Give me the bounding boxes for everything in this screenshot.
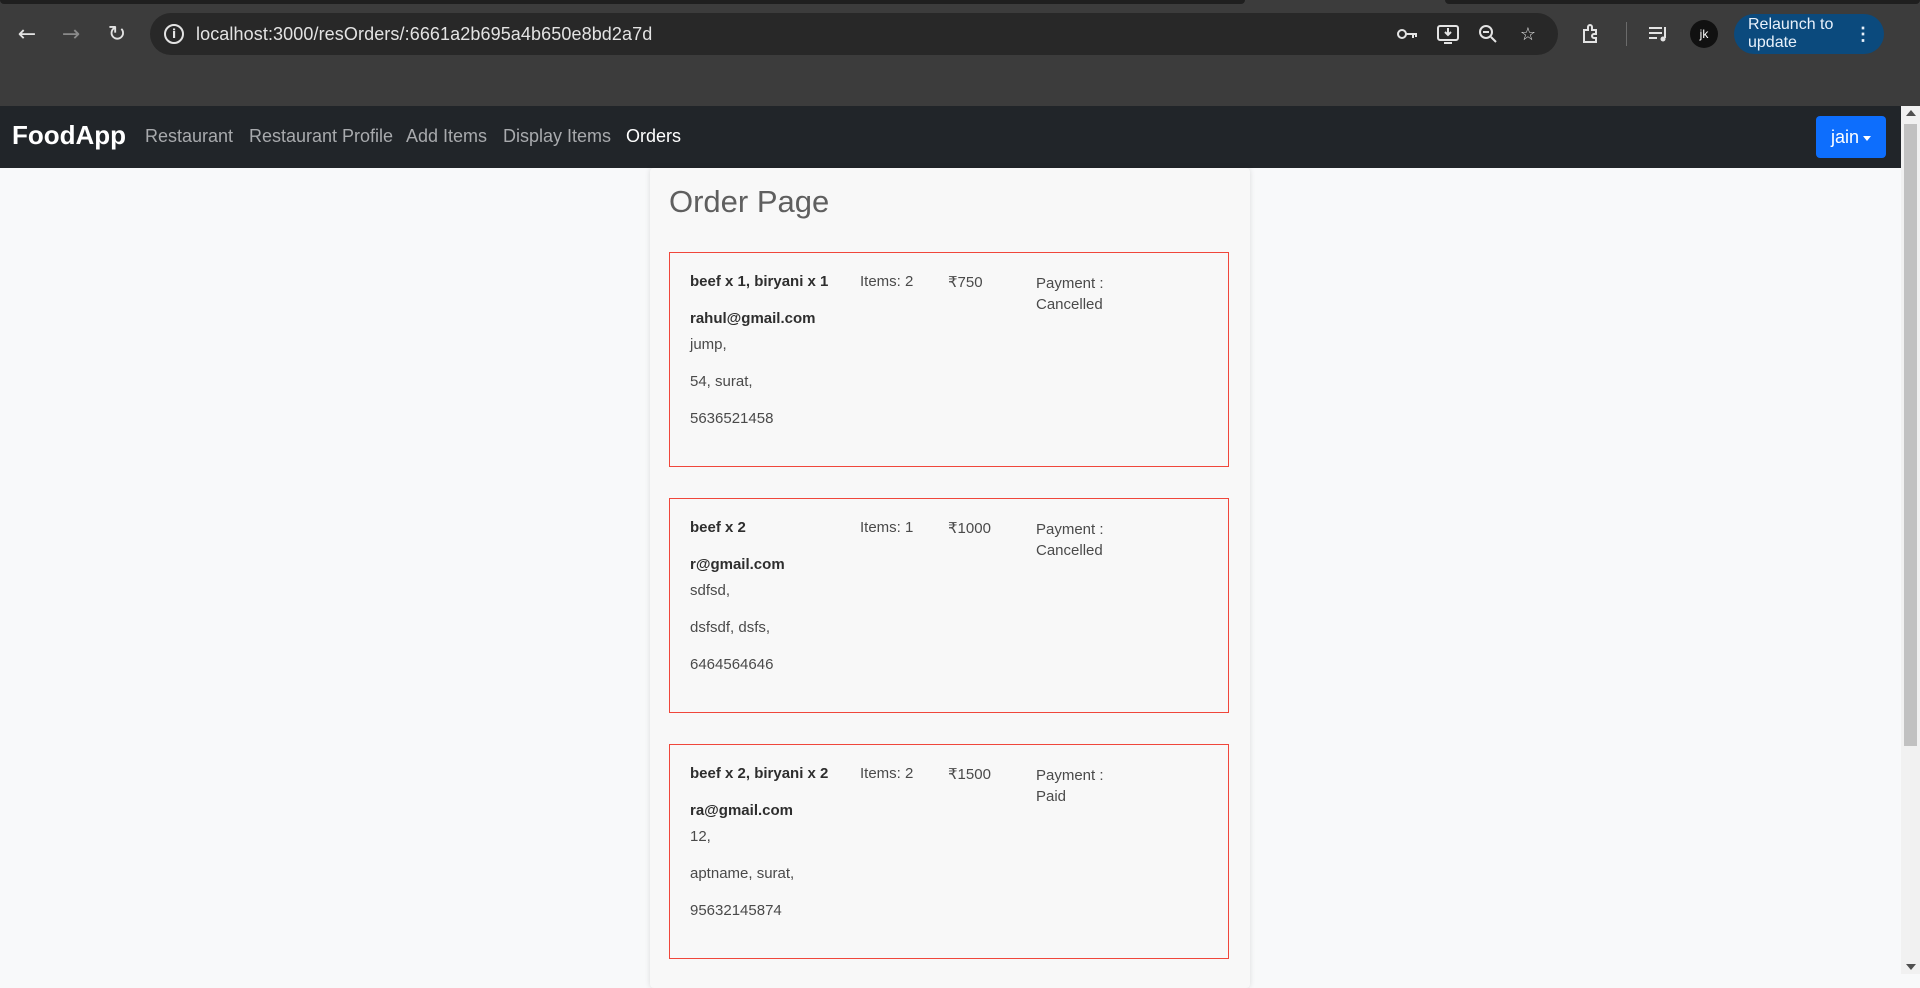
- install-app-icon[interactable]: [1436, 22, 1460, 46]
- zoom-icon[interactable]: [1476, 22, 1500, 46]
- payment-status: Cancelled: [1036, 296, 1103, 313]
- nav-restaurant[interactable]: Restaurant: [145, 126, 233, 147]
- order-payment: Payment : Cancelled: [1036, 273, 1104, 315]
- order-item-count: Items: 2: [860, 273, 914, 290]
- customer-phone: 6464564646: [690, 656, 774, 673]
- order-items: beef x 2, biryani x 2: [690, 765, 829, 782]
- customer-phone: 5636521458: [690, 410, 774, 427]
- address-line-2: 54, surat,: [690, 373, 753, 390]
- scroll-down-arrow-icon[interactable]: [1906, 964, 1916, 970]
- order-items: beef x 1, biryani x 1: [690, 273, 829, 290]
- profile-avatar[interactable]: jk: [1690, 20, 1718, 48]
- site-info-icon[interactable]: i: [164, 24, 184, 44]
- order-price: ₹750: [948, 274, 983, 291]
- order-card: beef x 2, biryani x 2 Items: 2 ₹1500 Pay…: [669, 744, 1229, 959]
- tab-strip-edge: [0, 0, 1245, 4]
- nav-add-items[interactable]: Add Items: [406, 126, 487, 147]
- forward-icon[interactable]: →: [57, 20, 85, 48]
- brand-logo[interactable]: FoodApp: [12, 120, 126, 151]
- page-scrollbar[interactable]: [1901, 106, 1920, 974]
- scrollbar-thumb[interactable]: [1904, 124, 1917, 746]
- customer-phone: 95632145874: [690, 902, 782, 919]
- order-card: beef x 2 Items: 1 ₹1000 Payment : Cancel…: [669, 498, 1229, 713]
- nav-restaurant-profile[interactable]: Restaurant Profile: [249, 126, 393, 147]
- order-payment: Payment : Cancelled: [1036, 519, 1104, 561]
- payment-status: Cancelled: [1036, 542, 1103, 559]
- customer-email: rahul@gmail.com: [690, 310, 816, 327]
- address-url[interactable]: localhost:3000/resOrders/:6661a2b695a4b6…: [196, 24, 652, 45]
- app-navbar: FoodApp Restaurant Restaurant Profile Ad…: [0, 106, 1901, 168]
- nav-display-items[interactable]: Display Items: [503, 126, 611, 147]
- address-line-2: dsfsdf, dsfs,: [690, 619, 771, 636]
- payment-label: Payment :: [1036, 767, 1104, 784]
- address-bar[interactable]: i localhost:3000/resOrders/:6661a2b695a4…: [150, 13, 1558, 55]
- browser-chrome: ← → ↻ i localhost:3000/resOrders/:6661a2…: [0, 0, 1920, 106]
- relaunch-button[interactable]: Relaunch to update ⋮: [1734, 14, 1884, 54]
- orders-panel: Order Page beef x 1, biryani x 1 Items: …: [650, 168, 1250, 988]
- user-name: jain: [1830, 126, 1860, 147]
- order-price: ₹1000: [948, 520, 991, 537]
- order-payment: Payment : Paid: [1036, 765, 1104, 807]
- order-card: beef x 1, biryani x 1 Items: 2 ₹750 Paym…: [669, 252, 1229, 467]
- tab-strip-edge: [1445, 0, 1920, 4]
- address-line-1: jump,: [690, 336, 727, 353]
- payment-label: Payment :: [1036, 521, 1104, 538]
- address-line-2: aptname, surat,: [690, 865, 795, 882]
- customer-email: ra@gmail.com: [690, 802, 793, 819]
- password-key-icon[interactable]: [1396, 22, 1420, 46]
- reading-list-icon[interactable]: [1645, 20, 1673, 48]
- kebab-menu-icon[interactable]: ⋮: [1854, 22, 1872, 46]
- address-line-1: 12,: [690, 828, 711, 845]
- address-line-1: sdfsd,: [690, 582, 731, 599]
- nav-orders[interactable]: Orders: [626, 126, 681, 147]
- order-item-count: Items: 2: [860, 765, 914, 782]
- order-item-count: Items: 1: [860, 519, 914, 536]
- reload-icon[interactable]: ↻: [103, 20, 131, 48]
- toolbar-separator: [1626, 22, 1627, 46]
- page-title: Order Page: [669, 184, 830, 219]
- payment-status: Paid: [1036, 788, 1067, 805]
- caret-down-icon: [1863, 135, 1872, 141]
- payment-label: Payment :: [1036, 275, 1104, 292]
- profile-initial: jk: [1699, 27, 1709, 41]
- scroll-up-arrow-icon[interactable]: [1906, 110, 1916, 116]
- customer-email: r@gmail.com: [690, 556, 785, 573]
- extensions-icon[interactable]: [1578, 20, 1606, 48]
- back-icon[interactable]: ←: [13, 20, 41, 48]
- bookmark-star-icon[interactable]: ☆: [1516, 22, 1540, 46]
- order-items: beef x 2: [690, 519, 746, 536]
- order-price: ₹1500: [948, 766, 991, 783]
- user-dropdown-button[interactable]: jain: [1816, 116, 1886, 158]
